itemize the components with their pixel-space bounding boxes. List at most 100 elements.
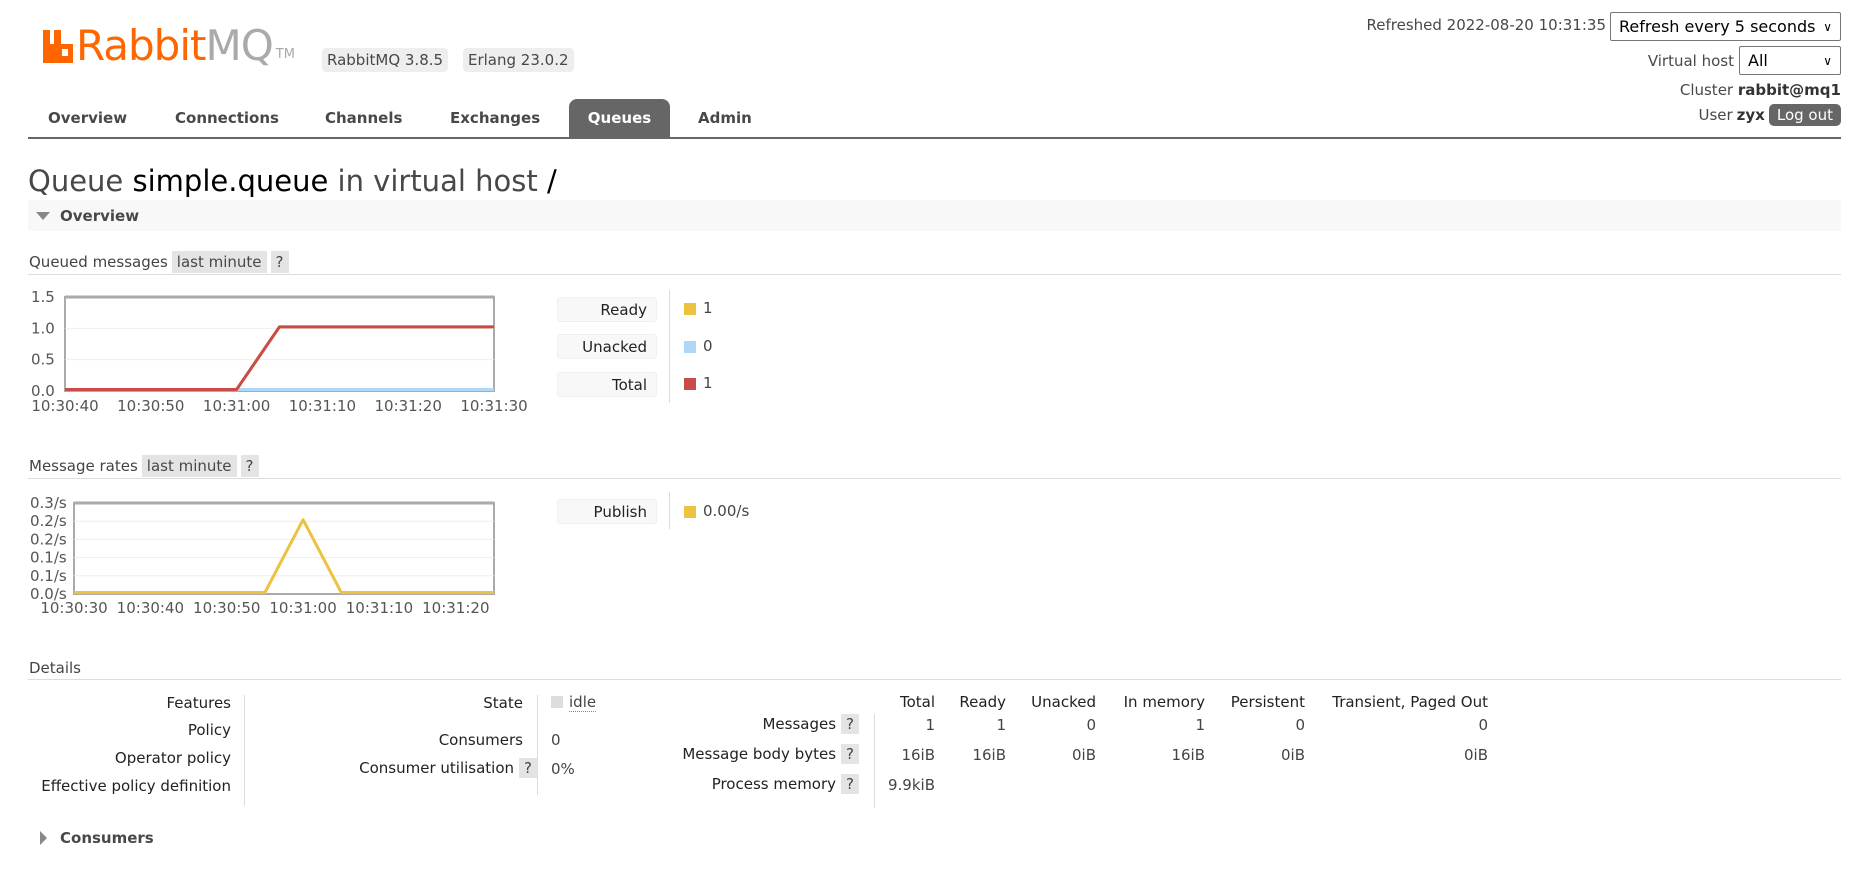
x-tick-label: 10:31:10 (289, 397, 356, 415)
x-tick-label: 10:31:30 (460, 397, 527, 415)
legend-divider (669, 290, 670, 403)
legend-unacked-label: Unacked (557, 334, 657, 359)
y-tick-label: 0.5 (31, 351, 55, 369)
help-button[interactable]: ? (519, 758, 537, 778)
y-tick-label: 0.2/s (30, 530, 67, 548)
legend-publish-label: Publish (557, 499, 657, 524)
tab-channels[interactable]: Channels (308, 99, 419, 137)
help-button[interactable]: ? (841, 774, 859, 794)
vhost-select-value: All (1748, 51, 1768, 70)
x-tick-label: 10:31:10 (346, 599, 413, 617)
queued-messages-header: Queued messages last minute ? (29, 251, 289, 273)
state-indicator-icon (551, 696, 563, 708)
header-ready: Ready (959, 693, 1006, 711)
table-cell: 0iB (1071, 746, 1096, 764)
state-value: idle (569, 693, 597, 712)
divider (28, 679, 1841, 680)
table-cell: 1 (1195, 716, 1205, 734)
messages-label: Messages (762, 715, 837, 733)
tab-queues[interactable]: Queues (569, 99, 670, 137)
chevron-down-icon: ∨ (1823, 53, 1832, 68)
chevron-down-icon: ∨ (1823, 19, 1832, 34)
consumers-section-title: Consumers (60, 829, 154, 847)
help-button[interactable]: ? (270, 251, 289, 273)
plot-area (64, 296, 495, 392)
x-tick-label: 10:31:00 (269, 599, 336, 617)
legend-ready-label: Ready (557, 297, 657, 322)
divider (28, 274, 1841, 275)
vhost-name: / (546, 164, 557, 198)
column-divider (874, 714, 875, 808)
refresh-interval-select[interactable]: Refresh every 5 seconds ∨ (1610, 12, 1841, 41)
tab-admin[interactable]: Admin (681, 99, 769, 137)
refreshed-timestamp: Refreshed 2022-08-20 10:31:35 (1366, 16, 1606, 34)
consumers-label: Consumers (438, 731, 523, 749)
x-tick-label: 10:30:40 (117, 599, 184, 617)
user-info: User zyx Log out (1698, 104, 1841, 126)
header-persistent: Persistent (1230, 693, 1305, 711)
message-rates-label: Message rates (29, 457, 138, 475)
tab-overview[interactable]: Overview (31, 99, 144, 137)
messages-row-label: Messages ? (762, 714, 859, 734)
user-name: zyx (1736, 106, 1765, 124)
total-value: 1 (703, 374, 713, 392)
rabbitmq-logo[interactable]: Rabbit MQ TM (43, 24, 295, 68)
message-rates-header: Message rates last minute ? (29, 455, 259, 477)
table-cell: 0 (1478, 716, 1488, 734)
process-memory-row-label: Process memory ? (712, 774, 859, 794)
triangle-down-icon (36, 211, 50, 220)
y-tick-label: 0.1/s (30, 549, 67, 567)
effective-policy-label: Effective policy definition (41, 777, 231, 795)
tab-connections[interactable]: Connections (158, 99, 296, 137)
queued-messages-chart: 0.00.51.01.510:30:40 10:30:50 10:31:00 10:3… (31, 288, 528, 415)
consumers-value: 0 (551, 731, 561, 749)
cluster-label: Cluster (1679, 81, 1734, 99)
header-unacked: Unacked (1031, 693, 1096, 711)
ready-value: 1 (703, 299, 713, 317)
tab-exchanges[interactable]: Exchanges (433, 99, 557, 137)
refresh-select-value: Refresh every 5 seconds (1619, 17, 1816, 36)
header-total: Total (899, 693, 935, 711)
x-tick-label: 10:30:40 (31, 397, 98, 415)
process-memory-label: Process memory (711, 775, 837, 793)
consumer-utilisation-label: Consumer utilisation (359, 759, 515, 777)
unacked-value: 0 (703, 337, 713, 355)
version-badge: RabbitMQ 3.8.5 (322, 48, 449, 72)
consumers-section-header[interactable]: Consumers (40, 829, 154, 847)
help-button[interactable]: ? (841, 714, 859, 734)
page-title: Queue simple.queue in virtual host / (28, 164, 557, 198)
queued-range-button[interactable]: last minute (171, 251, 267, 273)
unacked-swatch (684, 341, 696, 353)
user-label: User (1698, 106, 1733, 124)
logo-text-mq: MQ (205, 21, 273, 70)
rates-range-button[interactable]: last minute (141, 455, 237, 477)
title-prefix: Queue (28, 164, 124, 198)
help-button[interactable]: ? (240, 455, 259, 477)
consumer-utilisation-row: Consumer utilisation ? (359, 758, 537, 778)
vhost-select[interactable]: All ∨ (1739, 46, 1841, 75)
table-cell: 16iB (972, 746, 1006, 764)
body-bytes-row-label: Message body bytes ? (682, 744, 859, 764)
table-cell: 0iB (1463, 746, 1488, 764)
table-cell: 16iB (901, 746, 935, 764)
x-tick-label: 10:31:00 (203, 397, 270, 415)
y-tick-label: 1.5 (31, 288, 55, 306)
overview-section-header[interactable]: Overview (28, 200, 1841, 231)
erlang-badge: Erlang 23.0.2 (463, 48, 574, 72)
table-cell: 9.9kiB (888, 776, 935, 794)
table-cell: 1 (996, 716, 1006, 734)
vhost-label: Virtual host (1647, 52, 1734, 70)
help-button[interactable]: ? (841, 744, 859, 764)
y-tick-label: 0.2/s (30, 512, 67, 530)
publish-value: 0.00/s (703, 502, 750, 520)
overview-section-title: Overview (60, 206, 140, 225)
details-label: Details (29, 659, 82, 677)
publish-swatch (684, 506, 696, 518)
logout-button[interactable]: Log out (1768, 104, 1841, 126)
cluster-info: Cluster rabbit@mq1 (1680, 81, 1841, 99)
y-tick-label: 1.0 (31, 319, 55, 337)
state-label: State (483, 694, 523, 712)
nav-divider (28, 137, 1841, 139)
operator-policy-label: Operator policy (114, 749, 231, 767)
table-cell: 0iB (1280, 746, 1305, 764)
